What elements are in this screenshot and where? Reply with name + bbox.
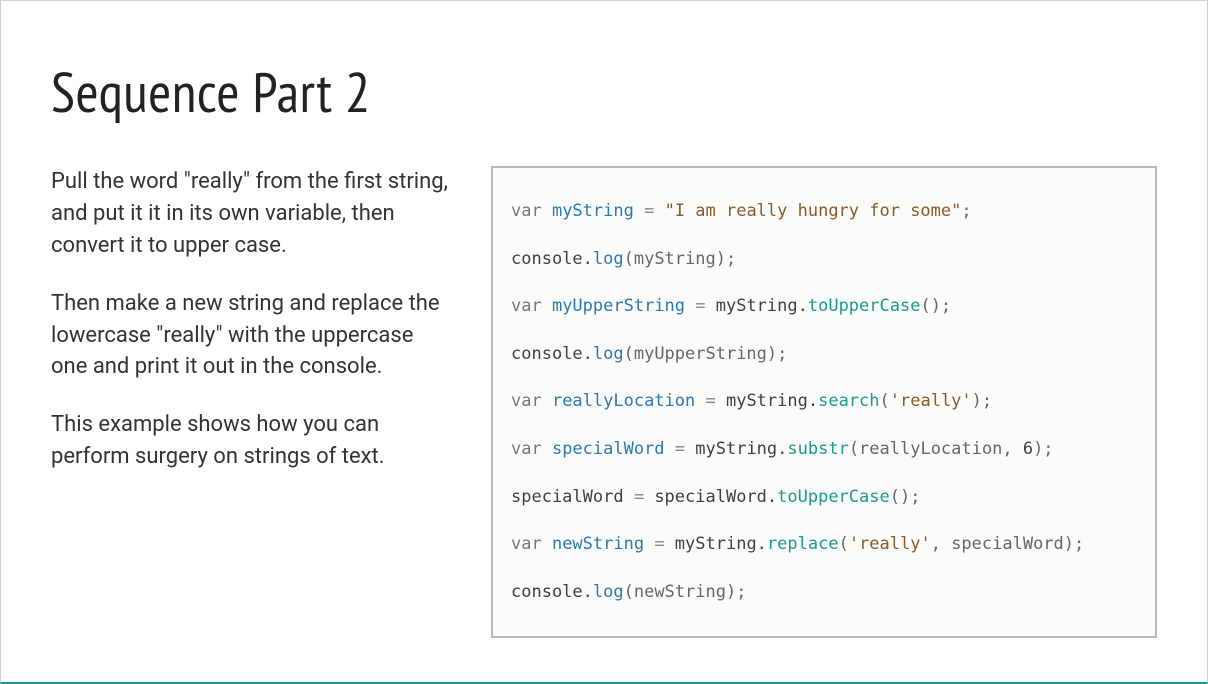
code-token: =	[634, 201, 665, 221]
code-token: log	[593, 249, 624, 269]
code-token: =	[665, 439, 696, 459]
code-token: (	[839, 534, 849, 554]
code-column: var myString = "I am really hungry for s…	[491, 166, 1157, 638]
code-token: 'really'	[890, 391, 972, 411]
code-token: myString.	[726, 391, 818, 411]
code-token: specialWord	[552, 439, 665, 459]
code-token: myString	[552, 201, 634, 221]
code-token: var	[511, 534, 552, 554]
code-token: myString.	[716, 296, 808, 316]
code-token: myString.	[675, 534, 767, 554]
code-token: var	[511, 296, 552, 316]
slide-title: Sequence Part 2	[51, 56, 1157, 128]
code-token: reallyLocation	[552, 391, 695, 411]
code-token: specialWord	[511, 487, 624, 507]
code-token: (reallyLocation,	[849, 439, 1023, 459]
instructions-column: Pull the word "really" from the first st…	[51, 166, 451, 499]
code-token: var	[511, 391, 552, 411]
code-token: specialWord.	[654, 487, 777, 507]
code-token: (newString);	[624, 582, 747, 602]
code-token: );	[972, 391, 992, 411]
code-token: (	[880, 391, 890, 411]
code-token: console.	[511, 582, 593, 602]
code-token: var	[511, 201, 552, 221]
code-token: 'really'	[849, 534, 931, 554]
code-token: log	[593, 344, 624, 364]
code-token: ;	[961, 201, 971, 221]
code-token: =	[624, 487, 655, 507]
code-token: =	[644, 534, 675, 554]
code-token: toUpperCase	[808, 296, 921, 316]
code-token: =	[685, 296, 716, 316]
code-token: ();	[890, 487, 921, 507]
code-token: console.	[511, 344, 593, 364]
code-token: log	[593, 582, 624, 602]
code-token: , specialWord);	[931, 534, 1085, 554]
code-token: toUpperCase	[777, 487, 890, 507]
code-token: 6	[1023, 439, 1033, 459]
slide-content: Pull the word "really" from the first st…	[51, 166, 1157, 638]
code-token: "I am really hungry for some"	[665, 201, 962, 221]
code-token: ();	[920, 296, 951, 316]
code-token: console.	[511, 249, 593, 269]
instruction-paragraph: This example shows how you can perform s…	[51, 409, 451, 473]
code-token: replace	[767, 534, 839, 554]
code-token: =	[695, 391, 726, 411]
code-token: );	[1033, 439, 1053, 459]
code-token: (myString);	[624, 249, 737, 269]
code-token: myUpperString	[552, 296, 685, 316]
code-token: newString	[552, 534, 644, 554]
instruction-paragraph: Then make a new string and replace the l…	[51, 288, 451, 384]
code-token: myString.	[695, 439, 787, 459]
code-token: substr	[787, 439, 848, 459]
code-token: var	[511, 439, 552, 459]
instruction-paragraph: Pull the word "really" from the first st…	[51, 166, 451, 262]
code-block: var myString = "I am really hungry for s…	[491, 166, 1157, 638]
code-token: search	[818, 391, 879, 411]
code-token: (myUpperString);	[624, 344, 788, 364]
